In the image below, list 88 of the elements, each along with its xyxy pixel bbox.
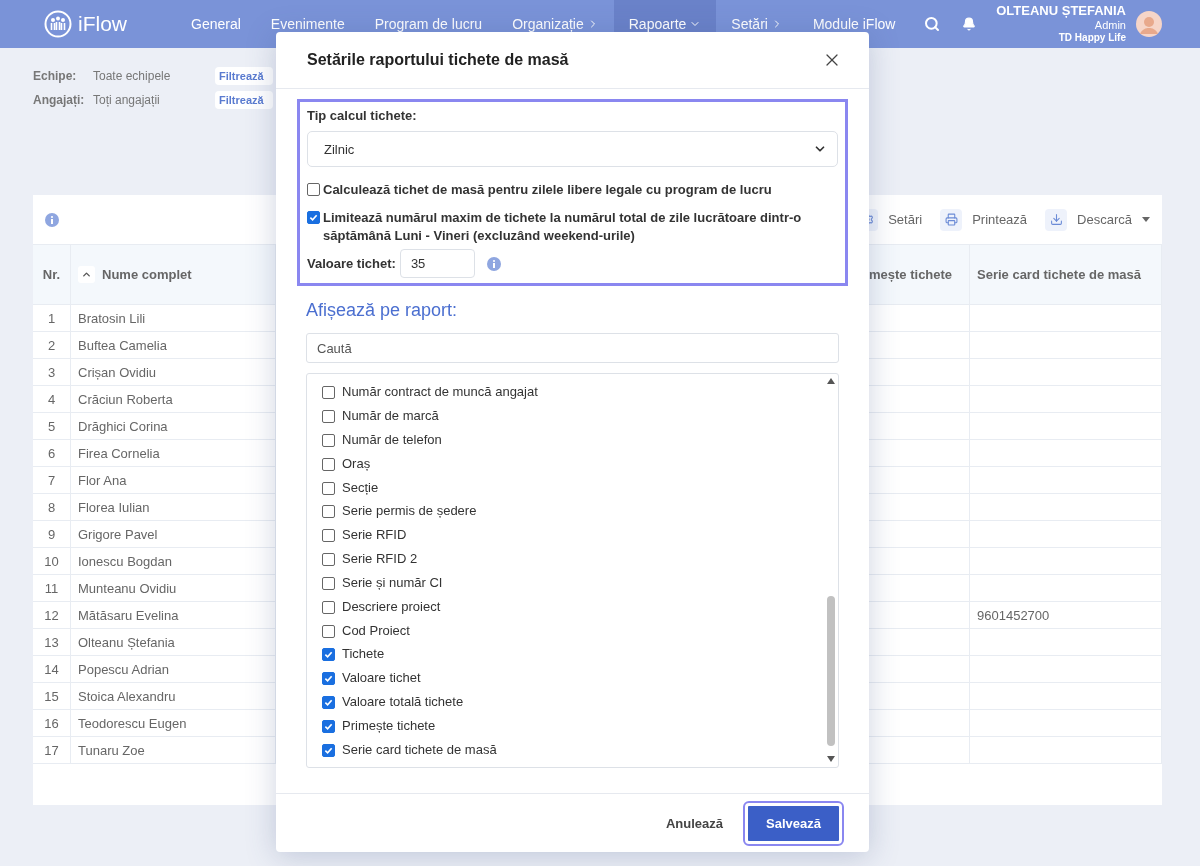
checkbox[interactable] <box>322 434 335 448</box>
field-option-label: Tichete <box>342 646 385 662</box>
table-cell: 15 <box>33 683 71 709</box>
table-cell: 12 <box>33 602 71 628</box>
checkbox[interactable] <box>322 648 335 662</box>
field-option-label: Număr contract de muncă angajat <box>342 384 538 400</box>
table-cell: 14 <box>33 656 71 682</box>
column-header: Serie card tichete de masă <box>970 245 1162 304</box>
table-cell: 7 <box>33 467 71 493</box>
field-option-label: Serie RFID <box>342 527 407 543</box>
download-icon <box>1049 213 1063 226</box>
field-option-label: Serie RFID 2 <box>342 551 418 567</box>
field-option-label: Valoare totală tichete <box>342 693 464 709</box>
search-field[interactable]: Caută <box>306 333 839 363</box>
info-icon <box>45 212 59 227</box>
brand-name: iFlow <box>78 12 127 36</box>
filter-button[interactable]: Filtrează <box>215 67 273 85</box>
checkbox[interactable] <box>322 624 335 638</box>
checkbox[interactable] <box>322 410 335 424</box>
dialog-title: Setările raportului tichete de masă <box>307 51 569 69</box>
filter-button[interactable]: Filtrează <box>215 91 273 109</box>
user-role: Admin <box>1094 19 1126 33</box>
checkbox[interactable] <box>322 505 335 519</box>
table-cell: 4 <box>33 386 71 412</box>
field-option-label: Descriere proiect <box>342 598 441 614</box>
field-option-label: Cod Proiect <box>342 622 410 638</box>
checkbox[interactable] <box>322 600 335 614</box>
table-cell: 9 <box>33 521 71 547</box>
field-option-label: Valoare tichet <box>342 670 421 686</box>
field-option-label: Primește tichete <box>342 717 436 733</box>
cancel-button[interactable]: Anulează <box>662 807 728 839</box>
nav-item[interactable]: General <box>176 0 256 48</box>
checkbox[interactable] <box>322 553 335 567</box>
filter-value: Toate echipele <box>93 69 172 83</box>
ticket-value-input[interactable]: 35 <box>399 249 475 278</box>
checkbox[interactable] <box>322 481 335 495</box>
user-name: OLTEANU ȘTEFANIA <box>996 4 1126 20</box>
checkbox[interactable] <box>322 672 335 686</box>
table-cell: 1 <box>33 305 71 331</box>
field-option-label: Număr de telefon <box>342 432 442 448</box>
checkbox[interactable] <box>307 183 320 196</box>
checkbox[interactable] <box>322 743 335 757</box>
checkbox[interactable] <box>322 576 335 590</box>
table-cell: 17 <box>33 737 71 763</box>
nav-item[interactable]: Organizație <box>497 0 614 48</box>
option-label: Calculează tichet de masă pentru zilele libere legale cu program de lucru <box>323 181 772 199</box>
field-option-label: Serie card tichete de masă <box>342 741 497 757</box>
logo-icon <box>44 10 72 38</box>
search-icon[interactable] <box>924 16 941 32</box>
bell-icon[interactable] <box>962 17 977 31</box>
filter-label: Angajați: <box>33 93 86 107</box>
table-cell: 8 <box>33 494 71 520</box>
calc-type-select[interactable]: Zilnic <box>307 131 838 167</box>
option-label: Limitează numărul maxim de tichete la numărul total de zile lucrătoare dintr-o săptămână Luni - Vineri (excluzând weekend-urile) <box>323 209 803 245</box>
table-cell: 2 <box>33 332 71 358</box>
table-cell: 6 <box>33 440 71 466</box>
info-icon <box>486 256 501 271</box>
toolbar-button[interactable]: Descarcă <box>1045 208 1150 231</box>
nav-item[interactable]: Setări <box>716 0 798 48</box>
field-option-label: Număr de marcă <box>342 408 439 424</box>
checkbox[interactable] <box>322 457 335 471</box>
column-header: Nr. <box>33 245 71 304</box>
checkbox[interactable] <box>307 211 320 224</box>
column-title: Nume complet <box>102 267 192 282</box>
filter-value: Toți angajații <box>93 93 161 107</box>
section-heading: Afișează pe raport: <box>306 300 459 321</box>
table-cell: 13 <box>33 629 71 655</box>
save-button[interactable]: Salvează <box>745 802 842 844</box>
table-cell: 5 <box>33 413 71 439</box>
filter-label: Echipe: <box>33 69 78 83</box>
field-option-label: Serie și număr CI <box>342 574 443 590</box>
field-option-label: Serie permis de ședere <box>342 503 477 519</box>
printer-icon <box>944 213 958 226</box>
company-name: TD Happy Life <box>1058 32 1126 44</box>
toolbar-button[interactable]: Printează <box>940 208 1028 231</box>
table-cell: 10 <box>33 548 71 574</box>
checkbox[interactable] <box>322 695 335 709</box>
field-option-label: Secție <box>342 479 379 495</box>
table-cell: 11 <box>33 575 71 601</box>
table-cell: 16 <box>33 710 71 736</box>
field-option-label: Oraș <box>342 455 371 471</box>
table-cell: 9601452700 <box>970 602 1162 628</box>
checkbox[interactable] <box>322 719 335 733</box>
field-label: Tip calcul tichete: <box>307 108 418 123</box>
table-cell: 3 <box>33 359 71 385</box>
checkbox[interactable] <box>322 529 335 543</box>
field-label: Valoare tichet: <box>307 256 396 271</box>
checkbox[interactable] <box>322 386 335 400</box>
